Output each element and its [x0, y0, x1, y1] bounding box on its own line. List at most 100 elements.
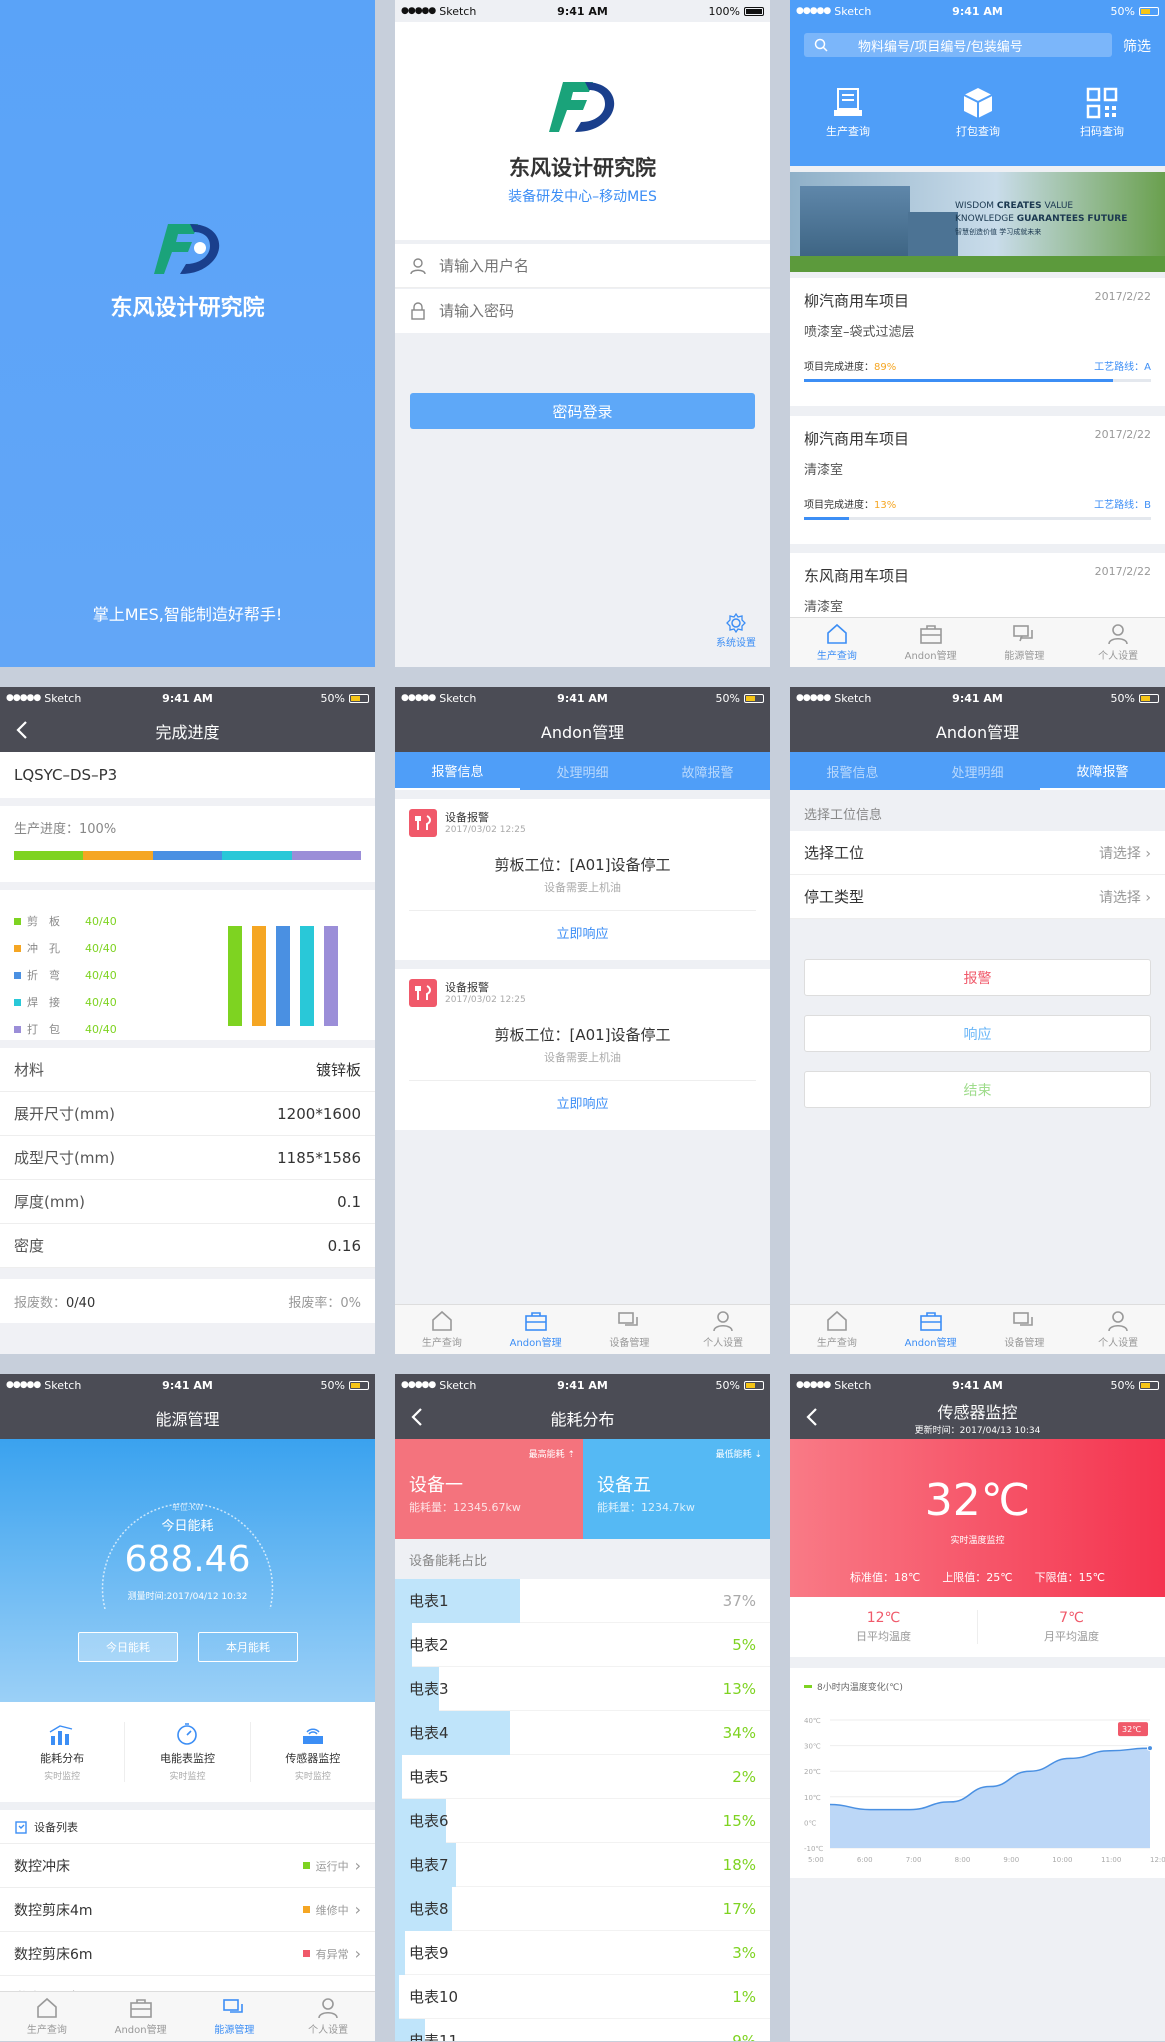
step-name: 冲 孔: [27, 942, 60, 955]
settings-button[interactable]: 系统设置: [716, 612, 756, 649]
respond-button[interactable]: 响应: [804, 1015, 1151, 1052]
step-bar: [300, 926, 314, 1026]
meter-row[interactable]: 电表1 37%: [395, 1579, 770, 1623]
meter-percent: 15%: [722, 1811, 756, 1830]
fault-screen: ●●●●● Sketch 9:41 AM 50% Andon管理 报警信息 处理明细 …: [790, 687, 1165, 1354]
legend-swatch: [14, 972, 21, 979]
meter-row[interactable]: 电表6 15%: [395, 1799, 770, 1843]
step-bar: [324, 926, 338, 1026]
meter-row[interactable]: 电表3 13%: [395, 1667, 770, 1711]
select-station[interactable]: 选择工位 请选择 ›: [790, 831, 1165, 875]
tab-handling[interactable]: 处理明细: [520, 752, 645, 790]
step-legend-item: 剪 板 40/40: [14, 908, 117, 935]
tab-handling[interactable]: 处理明细: [915, 752, 1040, 790]
user-icon: [713, 1311, 733, 1332]
tab-andon[interactable]: Andon管理: [489, 1305, 583, 1354]
tab-production[interactable]: 生产查询: [790, 618, 884, 667]
lowest-card[interactable]: 最低能耗 ⇣ 设备五 能耗量：1234.7kw: [583, 1439, 770, 1539]
alarm-card: 设备报警 2017/03/02 12:25 剪板工位：[A01]设备停工 设备需…: [395, 969, 770, 1130]
tab-profile[interactable]: 个人设置: [281, 1992, 375, 2041]
tab-production[interactable]: 生产查询: [395, 1305, 489, 1354]
device-row[interactable]: 数控冲床 运行中 ›: [0, 1844, 375, 1888]
meter-row[interactable]: 电表4 34%: [395, 1711, 770, 1755]
back-icon[interactable]: [802, 1406, 824, 1428]
tab-andon[interactable]: Andon管理: [884, 618, 978, 667]
tab-alarm-info[interactable]: 报警信息: [790, 752, 915, 790]
action-scan[interactable]: 扫码查询: [1062, 86, 1142, 139]
meter-row[interactable]: 电表9 3%: [395, 1931, 770, 1975]
tab-alarm-info[interactable]: 报警信息: [395, 752, 520, 790]
meter-row[interactable]: 电表7 18%: [395, 1843, 770, 1887]
user-icon: [318, 1998, 338, 2019]
tab-equipment[interactable]: 设备管理: [978, 1305, 1072, 1354]
day-average-value: 12℃: [866, 1610, 901, 1626]
meter-percent: 13%: [722, 1679, 756, 1698]
threshold-row: 标准值：18℃ 上限值：25℃ 下限值：15℃: [790, 1569, 1165, 1585]
day-average-label: 日平均温度: [856, 1630, 911, 1643]
tab-production[interactable]: 生产查询: [0, 1992, 94, 2041]
project-card[interactable]: 柳汽商用车项目 2017/2/22 清漆室 项目完成进度：13% 工艺路线：B: [790, 416, 1165, 544]
project-name: 柳汽商用车项目: [804, 292, 910, 310]
legend-swatch: [14, 999, 21, 1006]
tab-profile[interactable]: 个人设置: [676, 1305, 770, 1354]
banner-building: [800, 186, 910, 256]
chevron-right-icon: ›: [354, 1856, 361, 1875]
tab-production[interactable]: 生产查询: [790, 1305, 884, 1354]
respond-button[interactable]: 立即响应: [395, 923, 770, 942]
password-input[interactable]: [439, 302, 719, 320]
shortcut-sensor[interactable]: 传感器监控 实时监控: [251, 1722, 375, 1782]
segment: [14, 851, 84, 860]
highest-card[interactable]: 最高能耗 ⇡ 设备一 能耗量：12345.67kw: [395, 1439, 583, 1539]
tab-andon[interactable]: Andon管理: [884, 1305, 978, 1354]
login-button[interactable]: 密码登录: [410, 393, 755, 429]
tab-energy[interactable]: 能源管理: [978, 618, 1072, 667]
alarm-button[interactable]: 报警: [804, 959, 1151, 996]
value-tag-label: 32℃: [1122, 1725, 1141, 1734]
tab-profile[interactable]: 个人设置: [1071, 618, 1165, 667]
action-production[interactable]: 生产查询: [808, 86, 888, 139]
lowest-name: 设备五: [597, 1475, 651, 1496]
project-date: 2017/2/22: [1094, 565, 1151, 578]
meter-name: 电表5: [409, 1768, 449, 1786]
banner[interactable]: WISDOM CREATES VALUE KNOWLEDGE GUARANTEE…: [790, 172, 1165, 272]
end-button[interactable]: 结束: [804, 1071, 1151, 1108]
tab-energy[interactable]: 能源管理: [188, 1992, 282, 2041]
tab-andon[interactable]: Andon管理: [94, 1992, 188, 2041]
tab-equipment[interactable]: 设备管理: [583, 1305, 677, 1354]
meter-row[interactable]: 电表5 2%: [395, 1755, 770, 1799]
project-card[interactable]: 东风商用车项目 2017/2/22 清漆室: [790, 553, 1165, 623]
meter-row[interactable]: 电表8 17%: [395, 1887, 770, 1931]
step-legend-item: 折 弯 40/40: [14, 962, 117, 989]
meter-row[interactable]: 电表10 1%: [395, 1975, 770, 2019]
project-card[interactable]: 柳汽商用车项目 2017/2/22 喷漆室–袋式过滤层 项目完成进度：89% 工艺路…: [790, 278, 1165, 406]
device-name: 数控剪床4m: [14, 1902, 93, 1919]
back-icon[interactable]: [12, 719, 34, 741]
briefcase-icon: [919, 1312, 942, 1331]
stopwatch-icon: [177, 1723, 198, 1745]
tab-fault[interactable]: 故障报警: [645, 752, 770, 790]
status-bar: ●●●●● Sketch 9:41 AM 50%: [790, 0, 1165, 22]
device-row[interactable]: 数控剪床6m 有异常 ›: [0, 1932, 375, 1976]
action-package[interactable]: 打包查询: [938, 86, 1018, 139]
password-field[interactable]: [395, 289, 770, 333]
shortcut-distribution[interactable]: 能耗分布 实时监控: [0, 1722, 126, 1782]
username-input[interactable]: [439, 256, 719, 275]
filter-button[interactable]: 筛选: [1123, 36, 1151, 56]
month-button[interactable]: 本月能耗: [198, 1632, 298, 1662]
gauge-time: 测量时间:2017/04/12 10:32: [127, 1592, 248, 1602]
search-bar[interactable]: 物料编号/项目编号/包装编号: [804, 33, 1112, 57]
select-stop-type[interactable]: 停工类型 请选择 ›: [790, 875, 1165, 919]
device-row[interactable]: 数控剪床4m 维修中 ›: [0, 1888, 375, 1932]
legend-swatch: [14, 918, 21, 925]
meter-row[interactable]: 电表2 5%: [395, 1623, 770, 1667]
tab-profile[interactable]: 个人设置: [1071, 1305, 1165, 1354]
username-field[interactable]: [395, 244, 770, 288]
back-icon[interactable]: [407, 1406, 429, 1428]
segment-tabs: 报警信息 处理明细 故障报警: [395, 752, 770, 790]
meter-row[interactable]: 电表11 9%: [395, 2019, 770, 2041]
today-button[interactable]: 今日能耗: [78, 1632, 178, 1662]
gear-icon: [726, 612, 746, 634]
respond-button[interactable]: 立即响应: [395, 1093, 770, 1112]
tab-fault[interactable]: 故障报警: [1040, 752, 1165, 790]
shortcut-meter[interactable]: 电能表监控 实时监控: [125, 1722, 251, 1782]
